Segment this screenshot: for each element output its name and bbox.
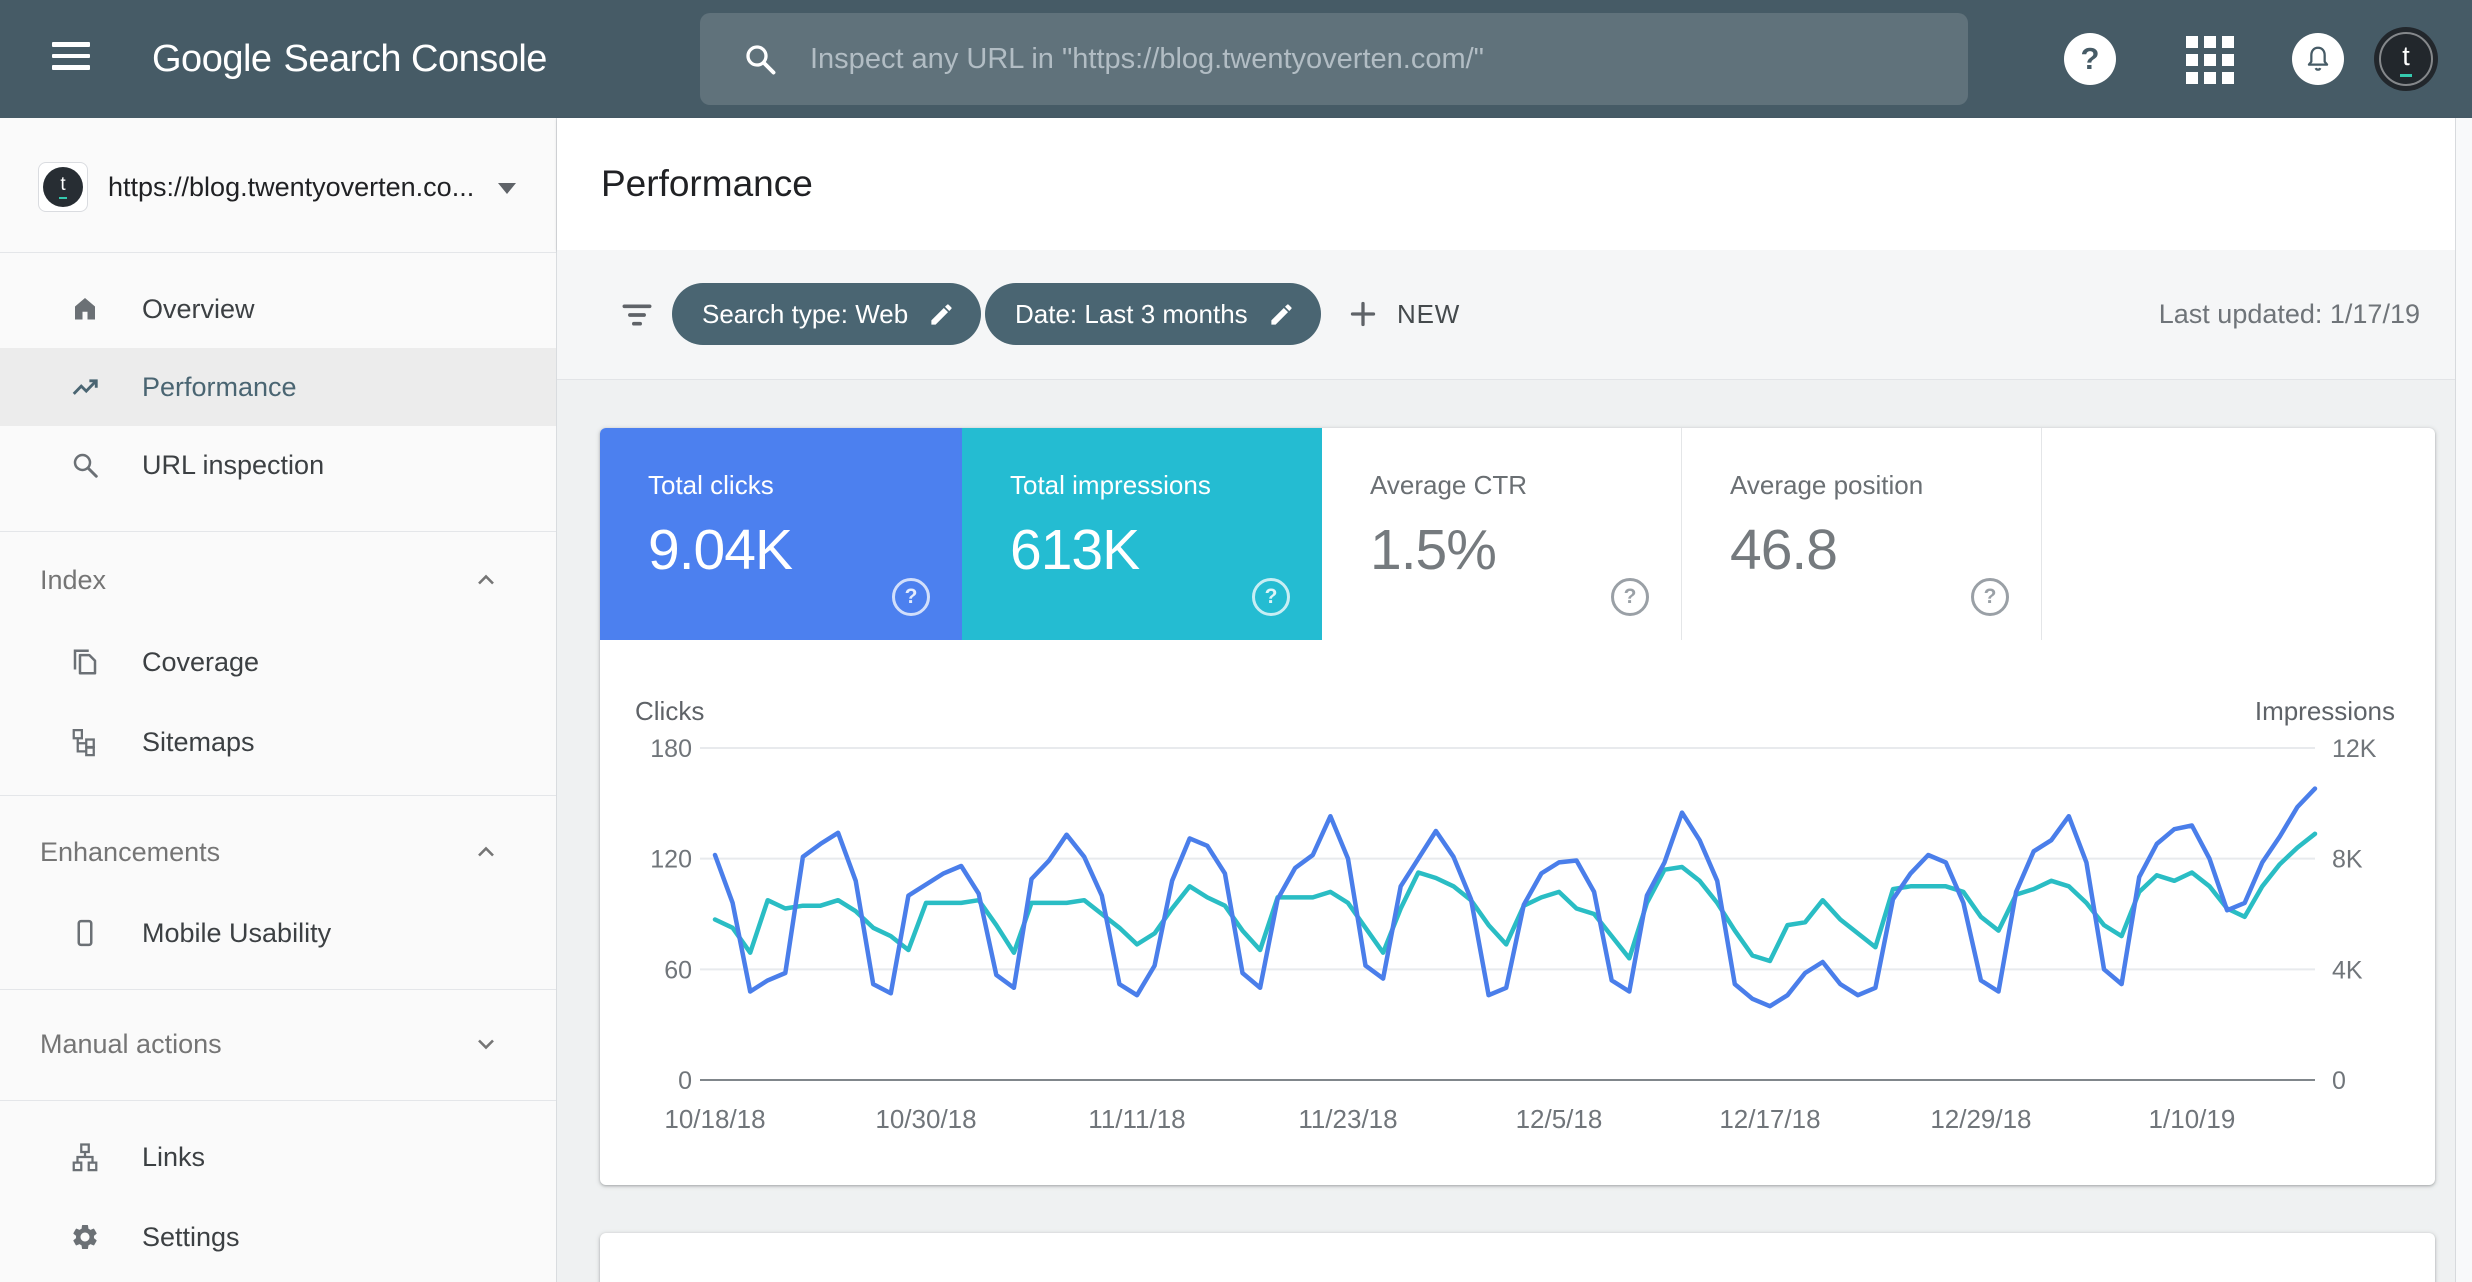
sidebar-item-sitemaps[interactable]: Sitemaps	[0, 704, 556, 780]
section-label: Manual actions	[40, 1029, 222, 1060]
app-logo: Google Search Console	[152, 0, 547, 118]
svg-text:12/17/18: 12/17/18	[1719, 1104, 1820, 1134]
google-search-console-app: Google Search Console ? t	[0, 0, 2472, 1282]
scrollbar[interactable]	[2455, 118, 2472, 1282]
property-selector[interactable]: t https://blog.twentyoverten.co...	[0, 152, 556, 222]
section-enhancements[interactable]: Enhancements	[0, 820, 556, 884]
chip-label: Date: Last 3 months	[1015, 299, 1248, 330]
svg-text:Impressions: Impressions	[2255, 696, 2395, 726]
next-card-partial	[600, 1233, 2435, 1282]
search-icon	[742, 41, 778, 77]
svg-text:12K: 12K	[2332, 735, 2377, 763]
avatar-accent-dash	[2400, 74, 2412, 77]
sidebar-item-mobile-usability[interactable]: Mobile Usability	[0, 896, 556, 970]
magnifier-icon	[70, 450, 100, 480]
section-label: Enhancements	[40, 837, 220, 868]
new-button-label: NEW	[1397, 299, 1460, 330]
sidebar-item-label: Overview	[142, 294, 255, 325]
svg-text:10/30/18: 10/30/18	[875, 1104, 976, 1134]
trending-up-icon	[70, 372, 100, 402]
sitemap-tree-icon	[70, 727, 100, 757]
sidebar-item-settings[interactable]: Settings	[0, 1200, 556, 1274]
help-button[interactable]: ?	[2064, 33, 2116, 85]
filter-list-icon[interactable]	[618, 296, 656, 334]
avatar-letter: t	[2402, 43, 2410, 70]
chip-label: Search type: Web	[702, 299, 908, 330]
chevron-down-icon	[472, 1030, 500, 1058]
pages-icon	[70, 647, 100, 677]
apps-grid-icon[interactable]	[2186, 36, 2234, 84]
url-inspect-input[interactable]	[808, 42, 1968, 77]
sidebar-divider	[0, 531, 556, 532]
chevron-up-icon	[472, 566, 500, 594]
sidebar-item-label: Links	[142, 1142, 205, 1173]
sidebar-divider	[0, 252, 556, 253]
page-title: Performance	[601, 118, 813, 250]
sidebar-item-label: Sitemaps	[142, 727, 255, 758]
sidebar-item-coverage[interactable]: Coverage	[0, 624, 556, 700]
sidebar-item-performance[interactable]: Performance	[0, 348, 556, 426]
sidebar-item-label: URL inspection	[142, 450, 324, 481]
svg-text:0: 0	[2332, 1067, 2346, 1095]
svg-text:8K: 8K	[2332, 846, 2363, 874]
sidebar-divider	[0, 1100, 556, 1101]
account-avatar[interactable]: t	[2374, 27, 2438, 91]
svg-text:10/18/18: 10/18/18	[664, 1104, 765, 1134]
svg-text:120: 120	[650, 846, 692, 874]
section-index[interactable]: Index	[0, 548, 556, 612]
pencil-icon	[928, 301, 955, 328]
section-manual-actions[interactable]: Manual actions	[0, 1012, 556, 1076]
links-tree-icon	[70, 1142, 100, 1172]
menu-icon[interactable]	[52, 42, 90, 76]
chevron-up-icon	[472, 838, 500, 866]
sidebar-item-label: Settings	[142, 1222, 240, 1253]
pencil-icon	[1268, 301, 1295, 328]
notifications-bell-icon[interactable]	[2292, 33, 2344, 85]
sidebar-divider	[0, 795, 556, 796]
property-dropdown-caret-icon	[498, 183, 516, 194]
gear-icon	[70, 1222, 100, 1252]
svg-text:1/10/19: 1/10/19	[2149, 1104, 2236, 1134]
svg-text:11/23/18: 11/23/18	[1298, 1104, 1397, 1134]
property-url: https://blog.twentyoverten.co...	[108, 172, 474, 203]
plus-icon	[1345, 296, 1381, 332]
svg-text:4K: 4K	[2332, 956, 2363, 984]
logo-google-text: Google	[152, 38, 272, 81]
topbar: Google Search Console ? t	[0, 0, 2472, 118]
performance-chart-svg[interactable]: 0 0 60 4K 120 8K 180 12K Clicks Impressions 10/18/…	[600, 428, 2435, 1185]
logo-product-text: Search Console	[284, 38, 547, 81]
new-filter-button[interactable]: NEW	[1345, 283, 1460, 345]
home-icon	[70, 294, 100, 324]
svg-text:11/11/18: 11/11/18	[1088, 1104, 1185, 1134]
sidebar-item-label: Performance	[142, 372, 297, 403]
svg-text:180: 180	[650, 735, 692, 763]
sidebar-item-label: Coverage	[142, 647, 259, 678]
sidebar-item-label: Mobile Usability	[142, 918, 331, 949]
svg-text:60: 60	[664, 956, 692, 984]
performance-card: Total clicks 9.04K ? Total impressions 6…	[600, 428, 2435, 1185]
sidebar-item-links[interactable]: Links	[0, 1120, 556, 1194]
page-header: Performance	[557, 118, 2472, 250]
svg-text:0: 0	[678, 1067, 692, 1095]
svg-text:12/29/18: 12/29/18	[1930, 1104, 2031, 1134]
smartphone-icon	[70, 918, 100, 948]
sidebar-item-overview[interactable]: Overview	[0, 270, 556, 348]
property-favicon: t	[38, 162, 88, 212]
sidebar: t https://blog.twentyoverten.co... Overv…	[0, 118, 557, 1282]
date-range-chip[interactable]: Date: Last 3 months	[985, 283, 1321, 345]
svg-text:12/5/18: 12/5/18	[1516, 1104, 1603, 1134]
filter-bar: Search type: Web Date: Last 3 months NEW…	[557, 250, 2472, 380]
url-inspect-searchbar[interactable]	[700, 13, 1968, 105]
search-type-chip[interactable]: Search type: Web	[672, 283, 981, 345]
svg-text:Clicks: Clicks	[635, 696, 704, 726]
section-label: Index	[40, 565, 106, 596]
sidebar-divider	[0, 989, 556, 990]
sidebar-item-url-inspection[interactable]: URL inspection	[0, 426, 556, 504]
last-updated-text: Last updated: 1/17/19	[2159, 250, 2420, 379]
